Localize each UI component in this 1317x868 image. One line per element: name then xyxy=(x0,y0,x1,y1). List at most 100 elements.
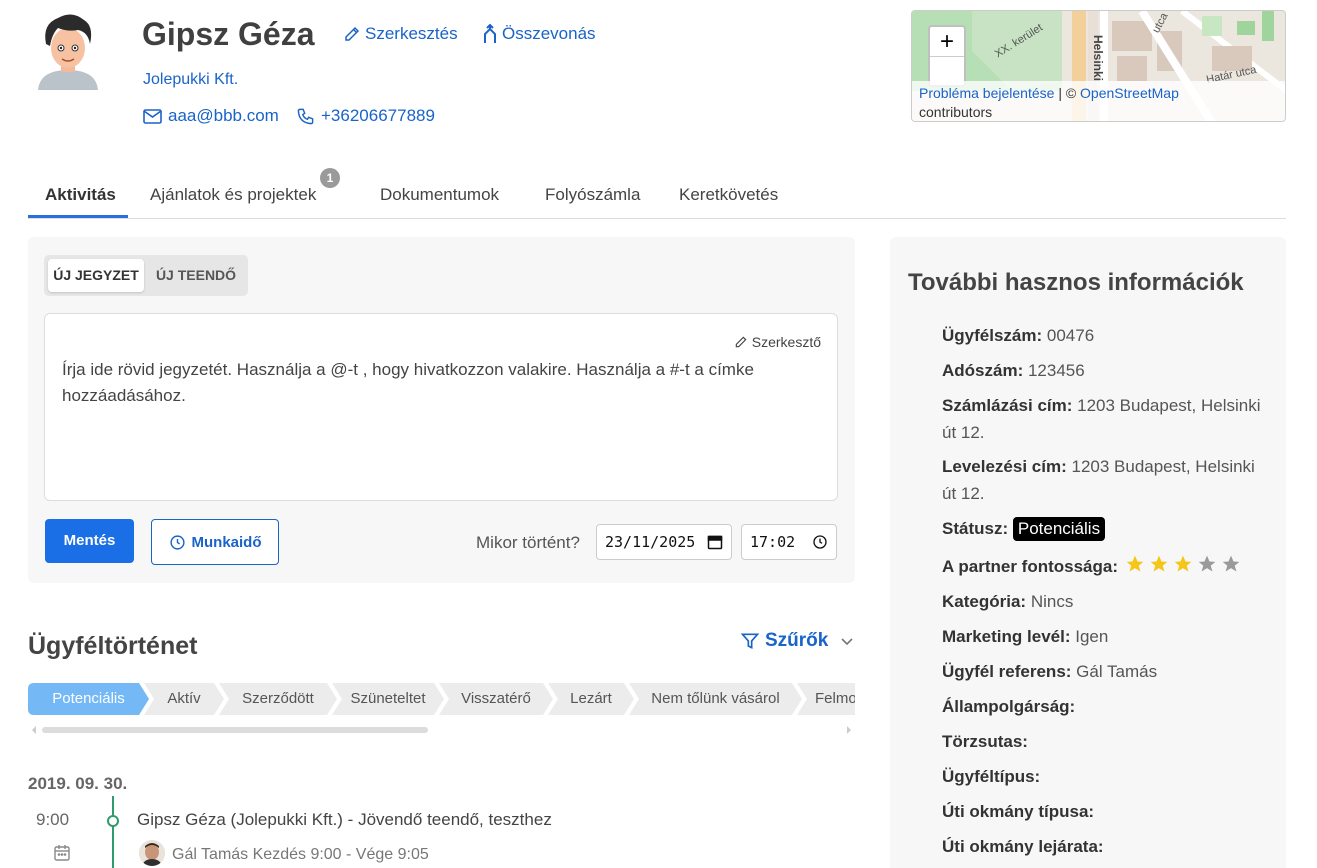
edit-link[interactable]: Szerkesztés xyxy=(343,24,458,44)
contact-name: Gipsz Géza xyxy=(142,16,315,52)
worktime-label: Munkaidő xyxy=(191,533,262,551)
when-label: Mikor történt? xyxy=(476,533,580,552)
report-problem-link[interactable]: Probléma bejelentése xyxy=(919,85,1054,101)
map-zoom-control: + xyxy=(928,25,966,87)
mail-icon xyxy=(143,108,162,124)
info-row-marketing: Marketing levél: Igen xyxy=(942,627,1109,646)
stage-szerzodott[interactable]: Szerződött xyxy=(219,683,337,715)
scrollbar-thumb[interactable] xyxy=(42,727,428,733)
stage-visszatero[interactable]: Visszatérő xyxy=(439,683,553,715)
filters-button[interactable]: Szűrők xyxy=(740,630,855,652)
time-value: 17:02 xyxy=(750,533,796,551)
location-map[interactable]: XX. kerület Helsinki utca Határ utca + P… xyxy=(911,10,1286,122)
map-label-helsinki: Helsinki xyxy=(1091,34,1106,82)
edit-label: Szerkesztés xyxy=(365,24,458,43)
time-input[interactable]: 17:02 xyxy=(741,524,837,560)
tab-aktivitas[interactable]: Aktivitás xyxy=(45,185,116,205)
stage-potencialis[interactable]: Potenciális xyxy=(28,683,149,715)
chevron-down-icon xyxy=(841,638,853,646)
timeline-dot xyxy=(107,815,119,827)
pencil-icon xyxy=(735,336,747,348)
entry-subtitle: Gál Tamás Kezdés 9:00 - Vége 9:05 xyxy=(172,846,429,863)
phone-link[interactable]: +36206677889 xyxy=(296,106,435,126)
scroll-left-icon[interactable] xyxy=(30,724,38,736)
info-row-okmany-lejarat: Úti okmány lejárata: xyxy=(942,837,1104,856)
note-type-switch: ÚJ JEGYZET ÚJ TEENDŐ xyxy=(44,255,248,296)
new-note-tab[interactable]: ÚJ JEGYZET xyxy=(48,259,144,292)
star-icon[interactable] xyxy=(1221,554,1241,574)
entry-time: 9:00 xyxy=(36,810,70,829)
osm-link[interactable]: OpenStreetMap xyxy=(1080,85,1179,101)
email-text: aaa@bbb.com xyxy=(168,106,279,125)
tab-count-badge: 1 xyxy=(320,168,340,188)
info-row-referens: Ügyfél referens: Gál Tamás xyxy=(942,662,1158,681)
company-link[interactable]: Jolepukki Kft. xyxy=(143,71,238,89)
history-title: Ügyféltörténet xyxy=(28,632,198,660)
stage-stepper: Potenciális Aktív Szerződött Szüneteltet… xyxy=(28,683,855,715)
referent-avatar xyxy=(139,840,165,866)
info-row-levelezesi-cim: Levelezési cím: 1203 Budapest, Helsinki … xyxy=(942,457,1255,503)
clock-icon[interactable] xyxy=(812,534,828,550)
date-input[interactable]: 23/11/2025 xyxy=(596,524,732,560)
calendar-icon[interactable] xyxy=(707,534,723,550)
info-row-ugyfeltipus: Ügyféltípus: xyxy=(942,767,1041,786)
importance-rating[interactable] xyxy=(1125,554,1241,574)
email-link[interactable]: aaa@bbb.com xyxy=(143,106,279,126)
date-value: 23/11/2025 xyxy=(605,533,696,551)
editor-tool-label: Szerkesztő xyxy=(751,334,821,350)
attribution-contributors: contributors xyxy=(919,104,993,120)
stage-scrollbar[interactable] xyxy=(28,724,855,736)
tab-dokumentumok[interactable]: Dokumentumok xyxy=(380,185,499,205)
merge-link[interactable]: Összevonás xyxy=(482,24,596,44)
star-icon[interactable] xyxy=(1173,554,1193,574)
active-tab-indicator xyxy=(28,215,128,218)
info-title: További hasznos információk xyxy=(908,269,1244,296)
info-row-szamlazasi-cim: Számlázási cím: 1203 Budapest, Helsinki … xyxy=(942,396,1261,442)
note-placeholder: Írja ide rövid jegyzetét. Használja a @-… xyxy=(62,360,754,405)
editor-toolbar-button[interactable]: Szerkesztő xyxy=(734,334,821,350)
merge-icon xyxy=(484,24,496,43)
new-todo-tab[interactable]: ÚJ TEENDŐ xyxy=(148,259,244,292)
info-row-kategoria: Kategória: Nincs xyxy=(942,592,1074,611)
attribution-separator: | © xyxy=(1058,85,1077,101)
tab-folyoszamla[interactable]: Folyószámla xyxy=(545,185,640,205)
scroll-right-icon[interactable] xyxy=(845,724,853,736)
info-row-allampolgarsag: Állampolgárság: xyxy=(942,697,1076,716)
note-panel: ÚJ JEGYZET ÚJ TEENDŐ Szerkesztő Írja ide… xyxy=(28,237,855,583)
info-row-torzsutas: Törzsutas: xyxy=(942,732,1028,751)
info-row-fontossag: A partner fontossága: xyxy=(942,553,1272,580)
merge-label: Összevonás xyxy=(502,24,596,43)
info-row-adoszam: Adószám: 123456 xyxy=(942,361,1085,380)
tab-ajanlatok[interactable]: Ajánlatok és projektek xyxy=(150,185,316,205)
stage-aktiv[interactable]: Aktív xyxy=(144,683,224,715)
star-icon[interactable] xyxy=(1149,554,1169,574)
history-date: 2019. 09. 30. xyxy=(28,774,128,793)
phone-text: +36206677889 xyxy=(321,106,435,125)
info-row-okmany-tipus: Úti okmány típusa: xyxy=(942,802,1095,821)
pencil-icon xyxy=(345,26,360,41)
filter-icon xyxy=(740,633,760,650)
status-badge: Potenciális xyxy=(1012,517,1106,541)
entry-title[interactable]: Gipsz Géza (Jolepukki Kft.) - Jövendő te… xyxy=(137,810,552,830)
filters-label: Szűrők xyxy=(765,630,829,651)
calendar-icon xyxy=(54,845,70,861)
tab-keretkovetes[interactable]: Keretkövetés xyxy=(679,185,778,205)
phone-icon xyxy=(297,108,314,124)
timeline-line xyxy=(112,796,114,868)
info-row-statusz: Státusz: Potenciális xyxy=(942,515,1272,542)
avatar xyxy=(28,10,108,90)
clock-icon xyxy=(169,534,185,550)
note-editor[interactable]: Szerkesztő Írja ide rövid jegyzetét. Has… xyxy=(44,313,838,501)
stage-felmo[interactable]: Felmo xyxy=(797,683,855,715)
info-row-ugyfelszam: Ügyfélszám: 00476 xyxy=(942,326,1095,345)
star-icon[interactable] xyxy=(1197,554,1217,574)
map-attribution: Probléma bejelentése | © OpenStreetMap c… xyxy=(912,81,1285,121)
stage-lezart[interactable]: Lezárt xyxy=(548,683,634,715)
stage-szuneteltet[interactable]: Szüneteltet xyxy=(332,683,444,715)
tab-bar: Aktivitás Ajánlatok és projektek 1 Dokum… xyxy=(28,168,1286,219)
stage-nem-tolunk-vasarol[interactable]: Nem tőlünk vásárol xyxy=(629,683,802,715)
save-button[interactable]: Mentés xyxy=(45,519,134,563)
map-zoom-in-button[interactable]: + xyxy=(930,27,964,57)
star-icon[interactable] xyxy=(1125,554,1145,574)
worktime-button[interactable]: Munkaidő xyxy=(151,519,279,565)
